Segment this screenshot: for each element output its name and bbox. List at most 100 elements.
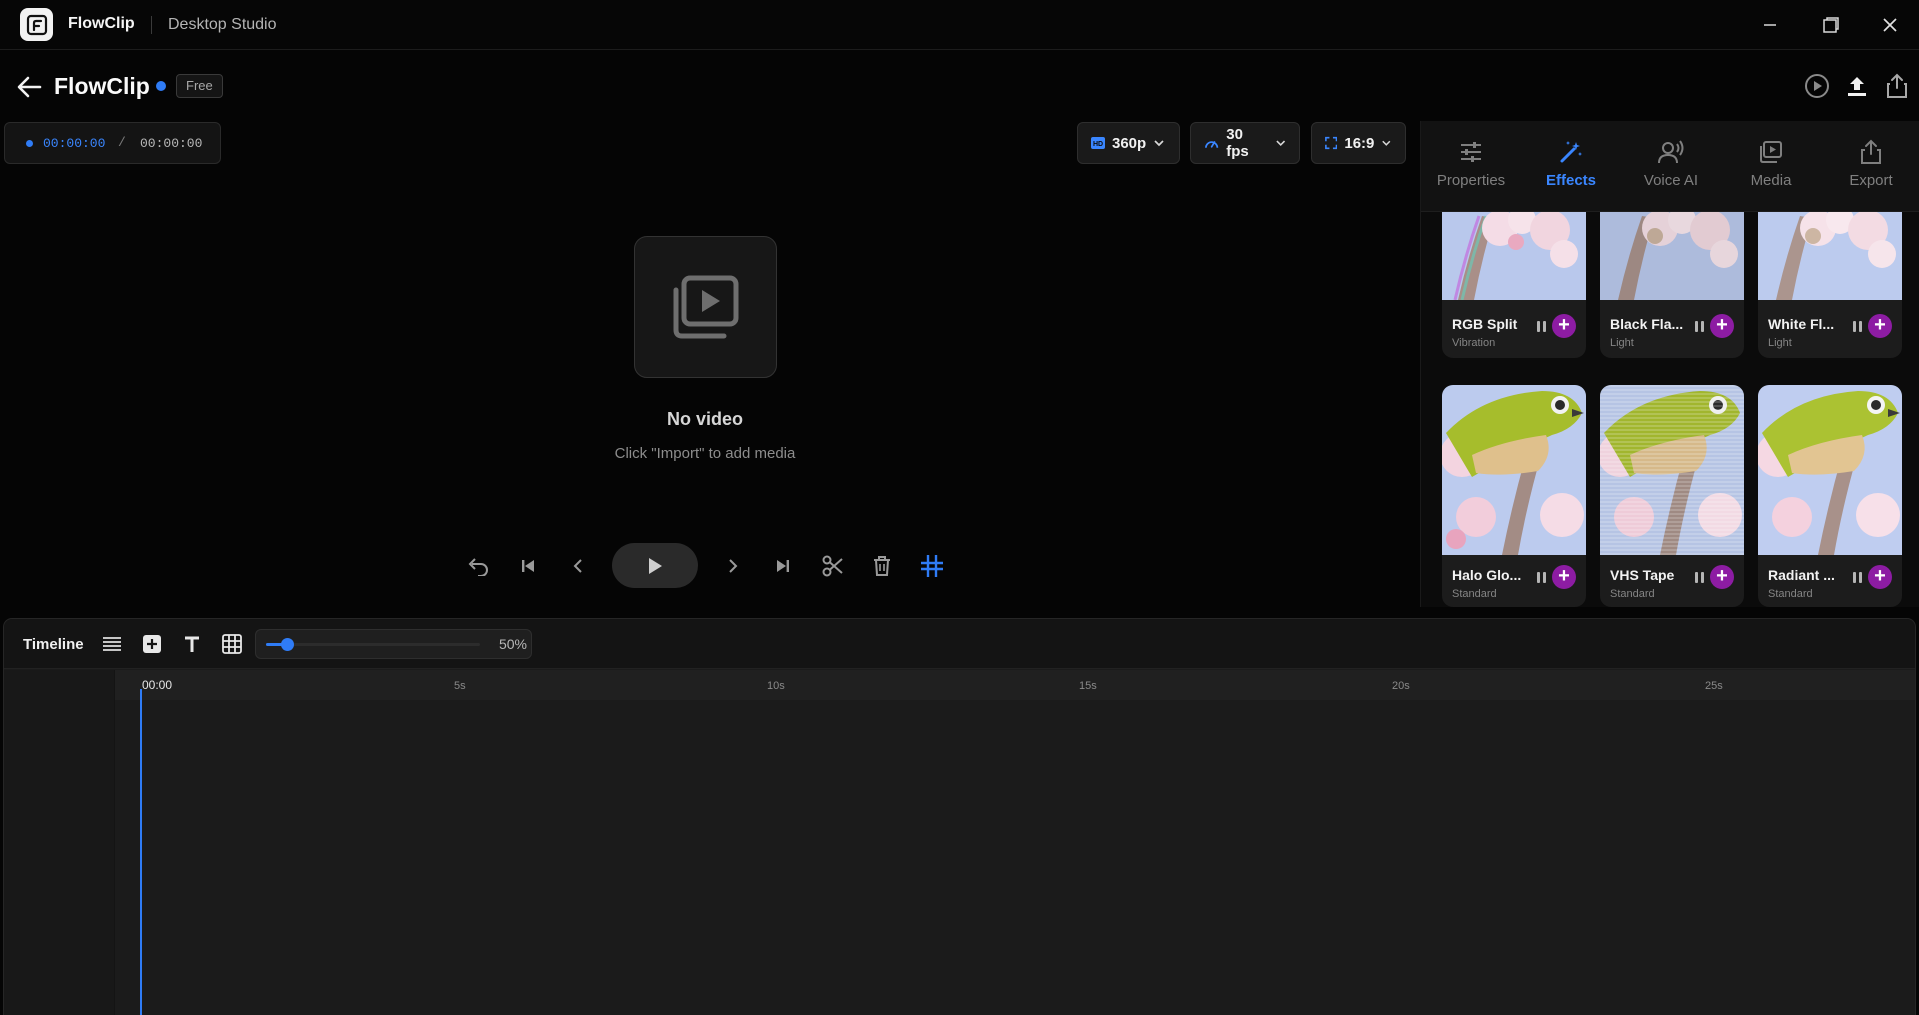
undo-button[interactable] — [463, 551, 493, 581]
framerate-value: 30 fps — [1226, 126, 1249, 160]
pause-icon[interactable] — [1850, 319, 1864, 333]
playhead[interactable] — [140, 689, 142, 1015]
effect-thumbnail — [1758, 385, 1902, 555]
chevron-down-icon — [1382, 140, 1391, 146]
effect-title: RGB Split — [1452, 316, 1518, 332]
ruler-label: 20s — [1392, 680, 1410, 692]
play-button[interactable] — [612, 543, 698, 588]
previous-frame-button[interactable] — [563, 551, 593, 581]
add-effect-button[interactable]: + — [1710, 565, 1734, 589]
empty-preview-title: No video — [666, 409, 743, 429]
split-button[interactable] — [818, 551, 848, 581]
chevron-right-icon — [729, 559, 738, 573]
trash-icon — [874, 556, 890, 576]
tab-effects[interactable]: Effects — [1521, 121, 1621, 212]
effect-category: Standard — [1610, 588, 1655, 600]
panel-tabs: Properties Effects Voice AI Media Export — [1421, 121, 1919, 212]
snap-grid-icon — [921, 555, 943, 577]
effect-title: White Fl... — [1768, 316, 1835, 332]
hd-icon: HD — [1091, 137, 1105, 149]
plus-square-icon — [143, 635, 161, 653]
ruler-label: 10s — [767, 680, 785, 692]
add-track-button[interactable] — [140, 632, 164, 656]
tab-label: Media — [1750, 172, 1792, 189]
list-view-button[interactable] — [100, 632, 124, 656]
effect-card[interactable]: Black Fla... Light + — [1600, 212, 1744, 358]
aspect-ratio-dropdown[interactable]: 16:9 — [1311, 122, 1406, 164]
pause-icon[interactable] — [1850, 570, 1864, 584]
close-button[interactable] — [1878, 13, 1902, 37]
framerate-dropdown[interactable]: 30 fps — [1190, 122, 1300, 164]
plan-badge: Free — [176, 74, 223, 98]
effect-card[interactable]: Halo Glo... Standard + — [1442, 385, 1586, 607]
zoom-slider-handle[interactable] — [281, 638, 295, 651]
timeline-toolbar: Timeline 50% — [4, 619, 1915, 669]
effect-thumbnail — [1758, 212, 1902, 300]
tab-media[interactable]: Media — [1721, 121, 1821, 212]
add-effect-button[interactable]: + — [1868, 565, 1892, 589]
add-effect-button[interactable]: + — [1710, 314, 1734, 338]
tab-properties[interactable]: Properties — [1421, 121, 1521, 212]
skip-end-icon — [777, 560, 789, 572]
svg-text:HD: HD — [1093, 141, 1103, 148]
skip-to-end-button[interactable] — [768, 551, 798, 581]
track-area[interactable] — [115, 700, 1915, 1015]
app-name: FlowClip — [68, 15, 135, 32]
grid-view-button[interactable] — [220, 632, 244, 656]
share-button[interactable] — [1882, 71, 1912, 101]
chevron-down-icon — [1154, 140, 1164, 147]
empty-preview-hint: Click "Import" to add media — [614, 445, 796, 462]
minimize-button[interactable] — [1758, 13, 1782, 37]
zoom-control: 50% — [255, 629, 532, 659]
effect-category: Standard — [1452, 588, 1497, 600]
add-effect-button[interactable]: + — [1552, 565, 1576, 589]
resolution-dropdown[interactable]: HD 360p — [1077, 122, 1180, 164]
play-circle-icon — [1805, 74, 1829, 98]
next-frame-button[interactable] — [718, 551, 748, 581]
aspect-ratio-value: 16:9 — [1344, 134, 1375, 152]
upload-button[interactable] — [1842, 71, 1872, 101]
tab-voice-ai[interactable]: Voice AI — [1621, 121, 1721, 212]
ruler-label: 5s — [454, 680, 466, 692]
snap-toggle-button[interactable] — [917, 551, 947, 581]
side-panel: Properties Effects Voice AI Media Export — [1420, 121, 1919, 607]
zoom-value: 50% — [498, 636, 527, 652]
effect-card[interactable]: RGB Split Vibration + — [1442, 212, 1586, 358]
effect-card[interactable]: White Fl... Light + — [1758, 212, 1902, 358]
effect-thumbnail — [1442, 385, 1586, 555]
effect-title: Black Fla... — [1610, 316, 1684, 332]
effect-card[interactable]: VHS Tape Standard + — [1600, 385, 1744, 607]
timeline-title: Timeline — [23, 636, 84, 653]
add-effect-button[interactable]: + — [1868, 314, 1892, 338]
delete-button[interactable] — [867, 551, 897, 581]
pause-icon[interactable] — [1692, 319, 1706, 333]
timeline-panel: Timeline 50% 00:00 5s 10s 15s 20s 25s — [3, 618, 1916, 1015]
pause-icon[interactable] — [1692, 570, 1706, 584]
add-text-button[interactable] — [180, 632, 204, 656]
add-effect-button[interactable]: + — [1552, 314, 1576, 338]
timecode-display: 00:00:00 / 00:00:00 — [4, 122, 221, 164]
back-button[interactable] — [14, 72, 44, 102]
pause-icon[interactable] — [1534, 570, 1548, 584]
resolution-value: 360p — [1112, 134, 1147, 152]
tab-export[interactable]: Export — [1821, 121, 1919, 212]
tab-label: Voice AI — [1643, 172, 1699, 189]
skip-to-start-button[interactable] — [513, 551, 543, 581]
effect-card[interactable]: Radiant ... Standard + — [1758, 385, 1902, 607]
zoom-slider[interactable] — [266, 638, 480, 651]
magic-wand-icon — [1558, 139, 1584, 165]
list-icon — [103, 637, 121, 651]
maximize-button[interactable] — [1819, 13, 1843, 37]
ruler-label: 15s — [1079, 680, 1097, 692]
pause-icon[interactable] — [1534, 319, 1548, 333]
speedometer-icon — [1205, 141, 1219, 148]
project-title: FlowClip — [54, 73, 150, 99]
preview-play-button[interactable] — [1802, 71, 1832, 101]
time-ruler[interactable]: 00:00 5s 10s 15s 20s 25s — [115, 670, 1915, 700]
play-icon — [649, 557, 662, 574]
track-headers — [4, 670, 115, 1015]
effect-thumbnail — [1600, 385, 1744, 555]
scissors-icon — [822, 555, 843, 577]
arrow-left-icon — [17, 76, 42, 98]
grid-icon — [222, 634, 242, 654]
